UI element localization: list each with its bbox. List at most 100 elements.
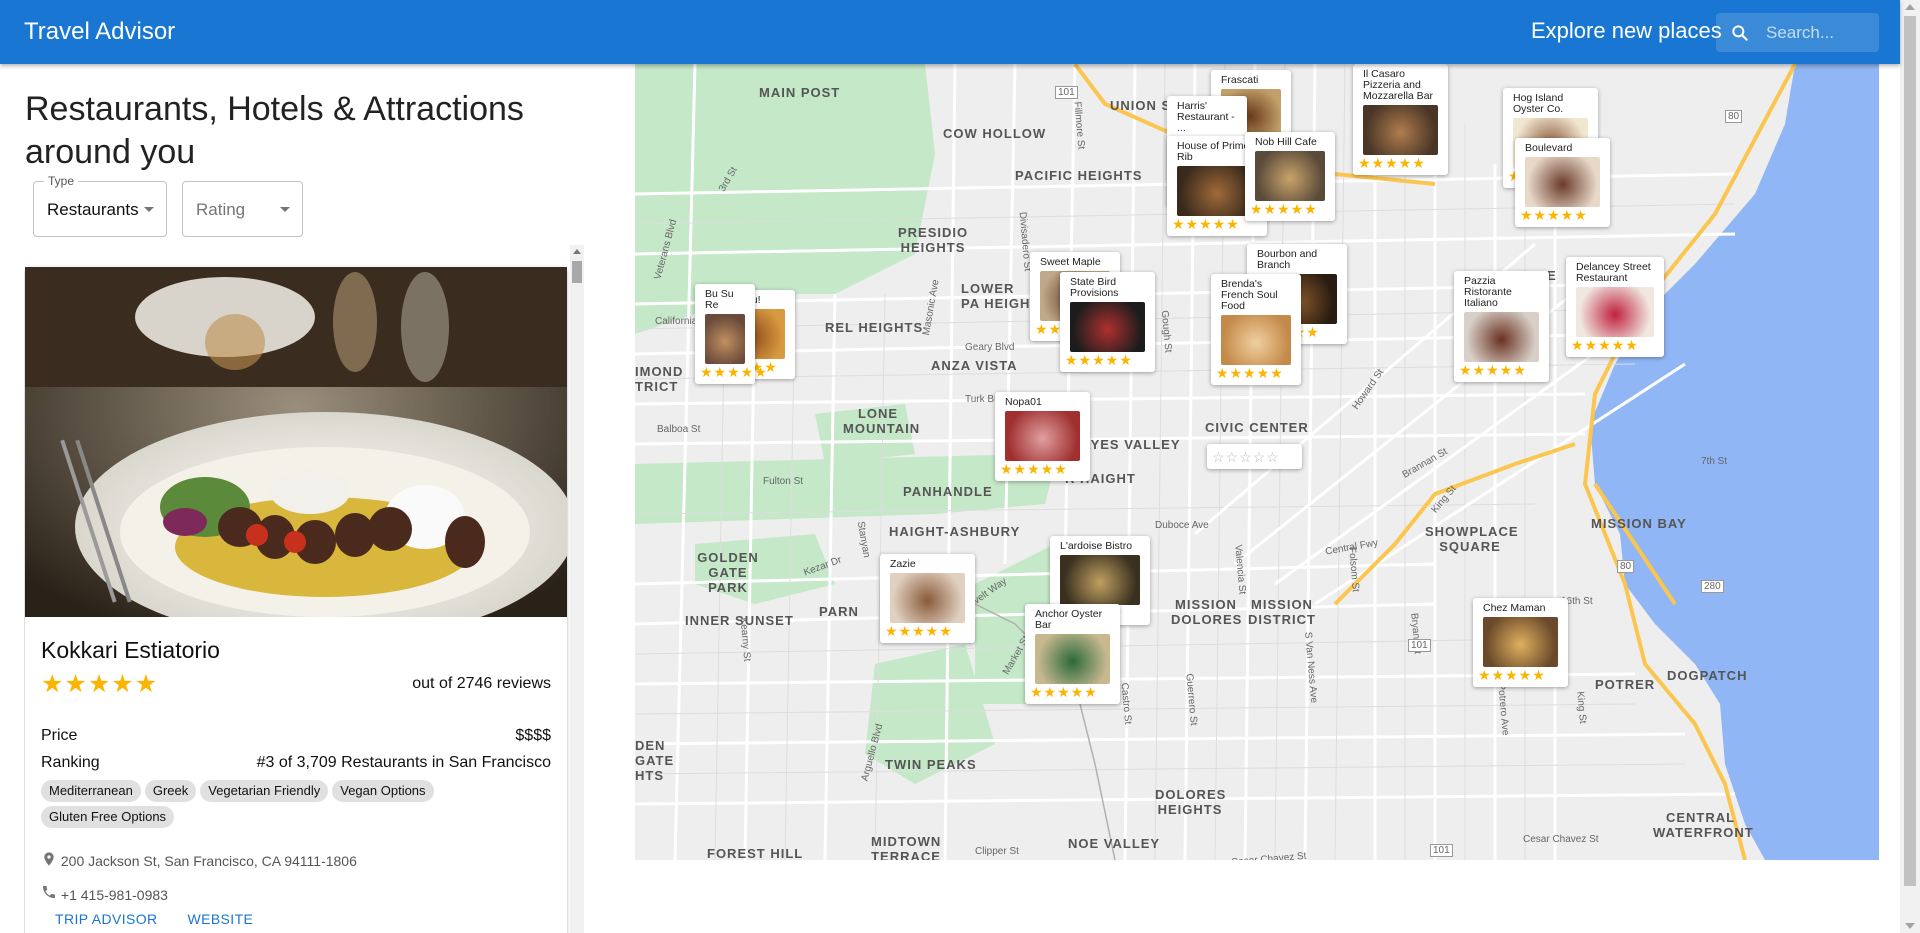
marker-photo [1221, 315, 1291, 365]
marker-photo [1070, 302, 1145, 352]
place-phone: +1 415-981-0983 [41, 883, 168, 903]
list-scrollbar[interactable] [570, 245, 584, 933]
marker-rating-stars: ★★★★★ [1030, 684, 1098, 700]
marker-photo [705, 314, 745, 364]
highway-80-shield: 80 [1617, 560, 1635, 573]
marker-rating-stars: ★★★★★ [1459, 362, 1527, 378]
map-area-label: GOLDEN GATE PARK [697, 550, 759, 595]
map-marker[interactable]: State Bird Provisions ★★★★★ [1060, 272, 1155, 372]
map-area-label: PACIFIC HEIGHTS [1015, 168, 1143, 183]
search-box[interactable] [1716, 13, 1879, 52]
marker-rating-stars: ☆☆☆☆☆ [1212, 449, 1280, 465]
page-scrollbar[interactable] [1900, 0, 1920, 933]
map-marker[interactable]: Pazzia Ristorante Italiano ★★★★★ [1454, 271, 1549, 382]
marker-rating-stars: ★★★★★ [1520, 207, 1588, 223]
map-marker[interactable]: Nopa01 ★★★★★ [995, 392, 1090, 481]
map-street-label: Balboa St [657, 424, 701, 435]
chevron-down-icon [280, 207, 290, 212]
marker-rating-stars: ★★★★★ [1065, 352, 1133, 368]
map-street-label: Clipper St [975, 846, 1019, 857]
highway-101-shield: 101 [1408, 639, 1431, 652]
map-marker[interactable]: ☆☆☆☆☆ [1207, 444, 1302, 469]
map-area-label: FOREST HILL [707, 846, 804, 860]
map-area-label: ANZA VISTA [931, 358, 1018, 373]
tripadvisor-link[interactable]: TRIP ADVISOR [55, 911, 158, 927]
review-count: out of 2746 reviews [412, 675, 551, 692]
list-scroll-thumb[interactable] [572, 261, 582, 283]
highway-80-shield: 80 [1725, 110, 1743, 123]
marker-title: Hog Island Oyster Co. [1513, 92, 1564, 115]
map-marker[interactable]: Chez Maman ★★★★★ [1473, 598, 1568, 687]
map-area-label: MAIN POST [759, 85, 841, 100]
marker-title: Harris' Restaurant - ... [1177, 100, 1235, 134]
app-bar: Travel Advisor Explore new places [0, 0, 1900, 64]
page-scroll-thumb[interactable] [1904, 16, 1916, 886]
map-marker[interactable]: Brenda's French Soul Food ★★★★★ [1211, 274, 1301, 385]
marker-title: Zazie [890, 558, 916, 570]
map-area-label: LOWER PA HEIGH [961, 281, 1031, 311]
marker-photo [1464, 312, 1539, 362]
map-marker[interactable]: Il Casaro Pizzeria and Mozzarella Bar ★★★… [1353, 64, 1448, 175]
marker-title: Nob Hill Cafe [1255, 136, 1317, 148]
tag-chip: Vegan Options [332, 780, 434, 802]
map-area-label: COW HOLLOW [943, 126, 1047, 141]
marker-title: Nopa01 [1005, 396, 1042, 408]
map-marker[interactable]: Boulevard ★★★★★ [1515, 138, 1610, 227]
map-area-label: MISSION BAY [1591, 516, 1687, 531]
map-area-label: HAIGHT-ASHBURY [889, 524, 1021, 539]
map-area-label: DEN GATE HTS [635, 738, 675, 783]
map-area-label: DOGPATCH [1667, 668, 1748, 683]
scroll-down-arrow-icon[interactable] [1905, 923, 1915, 929]
map-marker[interactable]: Bu Su Re ★★★★★ [695, 284, 767, 384]
map[interactable]: MAIN POST UNION S COW HOLLOW PACIFIC HEI… [635, 64, 1879, 860]
highway-280-shield: 280 [1701, 580, 1724, 593]
website-link[interactable]: WEBSITE [187, 911, 253, 927]
marker-photo [1525, 157, 1600, 207]
price-label: Price [41, 727, 78, 744]
map-marker[interactable]: Delancey Street Restaurant ★★★★★ [1566, 257, 1664, 357]
tag-chip: Mediterranean [41, 780, 141, 802]
places-list[interactable]: Kokkari Estiatorio ★ ★ ★ ★ ★ out of 2746 rev… [24, 245, 584, 933]
marker-photo [1576, 287, 1654, 337]
marker-rating-stars: ★★★★★ [1250, 201, 1318, 217]
map-street-label: Fulton St [763, 476, 804, 487]
marker-title: Chez Maman [1483, 602, 1546, 614]
map-area-label: IMOND TRICT [635, 364, 684, 394]
cuisine-tags: Mediterranean Greek Vegetarian Friendly Veg… [41, 780, 541, 832]
marker-title: Frascati [1221, 74, 1259, 86]
map-street-label: Geary Blvd [965, 342, 1015, 353]
type-select-value: Restaurants [47, 200, 139, 219]
marker-photo [1363, 105, 1438, 155]
ranking-label: Ranking [41, 754, 100, 771]
place-links: TRIP ADVISOR WEBSITE [55, 911, 279, 927]
scroll-up-arrow-icon[interactable] [573, 249, 581, 254]
type-select[interactable]: Type Restaurants [33, 174, 167, 237]
explore-label: Explore new places [1531, 18, 1722, 43]
marker-title: Boulevard [1525, 142, 1573, 154]
map-area-label: MISSION DISTRICT [1248, 597, 1316, 627]
map-area-label: NOE VALLEY [1068, 836, 1161, 851]
map-area-label: PARN [819, 604, 859, 619]
search-input[interactable] [1764, 21, 1878, 45]
map-marker[interactable]: Anchor Oyster Bar ★★★★★ [1025, 604, 1120, 704]
chevron-down-icon [144, 207, 154, 212]
map-area-label: TWIN PEAKS [885, 757, 977, 772]
scroll-up-arrow-icon[interactable] [1905, 4, 1915, 10]
marker-photo [1005, 411, 1080, 461]
map-area-label: LONE MOUNTAIN [843, 406, 921, 436]
map-marker[interactable]: Zazie ★★★★★ [880, 554, 975, 643]
marker-title: L'ardoise Bistro [1060, 540, 1133, 552]
marker-photo [1483, 617, 1558, 667]
place-name: Kokkari Estiatorio [41, 637, 220, 663]
rating-select[interactable]: Rating [182, 181, 303, 237]
phone-text: +1 415-981-0983 [60, 887, 168, 903]
highway-101-shield: 101 [1055, 86, 1078, 99]
map-area-label: PANHANDLE [903, 484, 993, 499]
tag-chip: Gluten Free Options [41, 806, 175, 828]
search-icon [1732, 25, 1748, 41]
marker-title: Anchor Oyster Bar [1035, 608, 1103, 631]
map-street-label: Duboce Ave [1155, 520, 1209, 531]
marker-title: Bu Su Re [705, 288, 734, 311]
map-marker[interactable]: Nob Hill Cafe ★★★★★ [1245, 132, 1335, 221]
phone-icon [43, 886, 55, 898]
